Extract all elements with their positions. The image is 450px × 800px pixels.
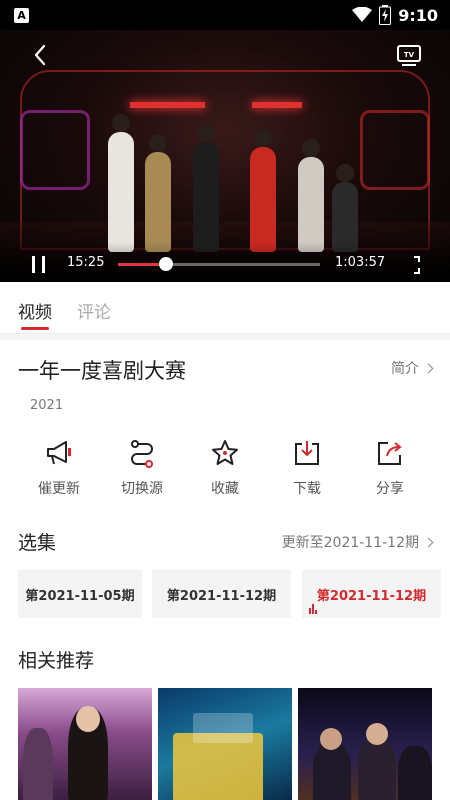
tab-comments[interactable]: 评论 [77,298,111,323]
share-icon [378,442,402,465]
app-notification-icon: A [14,7,29,23]
urge-update-button[interactable]: 催更新 [24,438,94,504]
intro-label: 简介 [391,361,419,377]
tv-cast-icon[interactable]: TV [396,42,422,68]
switch-source-icon [131,440,153,468]
stage-light [252,102,302,108]
fullscreen-icon[interactable] [401,255,421,275]
performer [108,114,134,252]
progress-thumb[interactable] [159,257,174,271]
chevron-right-icon [423,363,434,373]
action-label: 收藏 [211,481,239,497]
share-button[interactable]: 分享 [355,438,425,504]
megaphone-icon [47,441,71,465]
wifi-icon [352,7,373,22]
stage-window [360,110,430,190]
download-button[interactable]: 下载 [272,438,342,504]
battery-charging-icon [379,5,392,25]
total-time: 1:03:57 [335,255,386,270]
related-thumbnail[interactable] [298,688,432,800]
episode-label: 第2021-11-12期 [316,588,427,604]
episodes-update-label: 更新至2021-11-12期 [281,535,419,551]
episode-card[interactable]: 第2021-11-12期 [152,570,291,618]
episode-card-active[interactable]: 第2021-11-12期 [302,570,441,618]
action-label: 分享 [376,481,404,497]
action-row: 催更新 切换源 收藏 下载 分享 [0,438,450,504]
progress-bar[interactable] [118,257,320,271]
status-bar: A 9:10 [0,0,450,30]
episodes-update-link[interactable]: 更新至2021-11-12期 [281,532,434,552]
performer [250,129,276,252]
performer [193,124,219,252]
download-icon [295,441,319,465]
intro-link[interactable]: 简介 [391,358,434,378]
player-top-bar: TV [0,30,450,80]
video-player[interactable]: TV 15:25 1:03:57 [0,30,450,282]
status-time: 9:10 [398,5,438,25]
performer [145,134,171,252]
episodes-title: 选集 [18,532,57,554]
related-title: 相关推荐 [18,650,95,672]
favorite-button[interactable]: 收藏 [190,438,260,504]
switch-source-button[interactable]: 切换源 [107,438,177,504]
back-arrow-icon[interactable] [28,42,54,68]
stage-light [130,102,205,108]
tab-video[interactable]: 视频 [18,298,52,323]
related-thumbnail[interactable] [158,688,292,800]
show-year: 2021 [30,398,64,413]
performer [298,139,324,252]
now-playing-icon [309,604,319,614]
related-thumbnail[interactable] [18,688,152,800]
action-label: 切换源 [121,481,163,497]
player-controls: 15:25 1:03:57 [0,242,450,282]
action-label: 下载 [293,481,321,497]
active-tab-indicator [21,327,49,330]
episode-card[interactable]: 第2021-11-05期 [18,570,142,618]
section-divider [0,334,450,340]
action-label: 催更新 [38,481,80,497]
pause-icon[interactable] [30,256,50,274]
content-tabs: 视频 评论 [0,282,450,334]
stage-window [20,110,90,190]
star-icon [212,440,238,465]
chevron-right-icon [423,537,434,547]
current-time: 15:25 [67,255,105,270]
show-title: 一年一度喜剧大赛 [18,359,186,383]
svg-text:TV: TV [404,51,415,59]
